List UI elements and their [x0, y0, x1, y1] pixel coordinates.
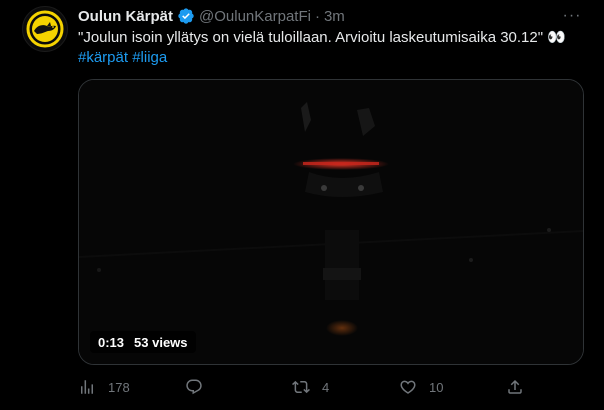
retweet-button[interactable]: 4	[292, 378, 387, 396]
karpat-logo-icon	[26, 10, 64, 48]
hashtag-liiga[interactable]: #liiga	[132, 49, 167, 66]
avatar[interactable]	[22, 6, 68, 52]
hashtag-karpat[interactable]: #kärpät	[78, 49, 128, 66]
share-icon	[508, 379, 522, 394]
video-duration: 0:13	[98, 334, 125, 350]
tweet-body: "Joulun isoin yllätys on vielä tuloillaa…	[78, 29, 566, 46]
share-button[interactable]	[506, 378, 528, 396]
display-name[interactable]: Oulun Kärpät	[78, 8, 173, 25]
tweet-actions: 178 4 10	[78, 376, 528, 398]
more-icon: ···	[562, 7, 582, 24]
analytics-icon	[81, 380, 93, 394]
video-info-badge: 0:13 53 views	[90, 331, 196, 353]
reply-icon	[186, 379, 202, 395]
retweet-icon	[292, 380, 310, 394]
reply-button[interactable]	[185, 378, 280, 396]
analytics-button[interactable]: 178	[78, 378, 173, 396]
timestamp[interactable]: 3m	[324, 8, 345, 25]
video-player[interactable]: 0:13 53 views	[78, 79, 584, 365]
heart-icon	[400, 380, 416, 394]
like-count: 10	[429, 379, 444, 395]
video-views: 53 views	[134, 334, 188, 350]
hashtag-line: #kärpät #liiga	[78, 48, 588, 68]
like-button[interactable]: 10	[399, 378, 494, 396]
analytics-count: 178	[108, 379, 130, 395]
verified-badge-icon	[178, 8, 194, 24]
video-thumbnail	[79, 80, 583, 364]
more-options-button[interactable]: ···	[562, 6, 582, 26]
tweet-header: Oulun Kärpät @OulunKarpatFi · 3m	[78, 6, 345, 26]
handle[interactable]: @OulunKarpatFi	[199, 8, 311, 25]
tweet-text: "Joulun isoin yllätys on vielä tuloillaa…	[78, 28, 588, 68]
retweet-count: 4	[322, 379, 330, 395]
separator-dot: ·	[314, 7, 320, 25]
